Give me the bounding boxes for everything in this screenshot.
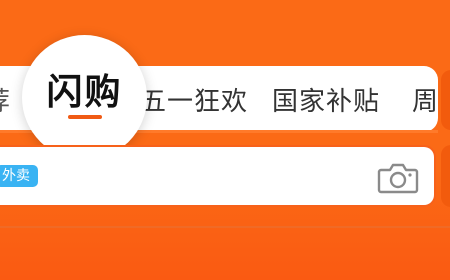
active-tab-label: 闪购 bbox=[46, 72, 123, 113]
search-button[interactable] bbox=[441, 145, 450, 207]
tab-guojia-butie[interactable]: 国家补贴 bbox=[272, 81, 380, 118]
tab-next-partial[interactable]: 周 bbox=[412, 81, 438, 118]
tab-recommend[interactable]: 荐 bbox=[0, 81, 11, 118]
tab-wuyi-kuanghuan[interactable]: 五一狂欢 bbox=[140, 81, 248, 118]
tab-strip-right-button[interactable] bbox=[441, 70, 450, 130]
camera-icon[interactable] bbox=[377, 161, 419, 195]
waimai-badge[interactable]: 外卖 bbox=[0, 165, 38, 187]
bottom-divider bbox=[0, 226, 450, 228]
search-bar[interactable]: 外卖 bbox=[0, 145, 436, 207]
tab-shangou-active[interactable]: 闪购 bbox=[22, 35, 147, 160]
active-tab-indicator bbox=[68, 115, 102, 119]
